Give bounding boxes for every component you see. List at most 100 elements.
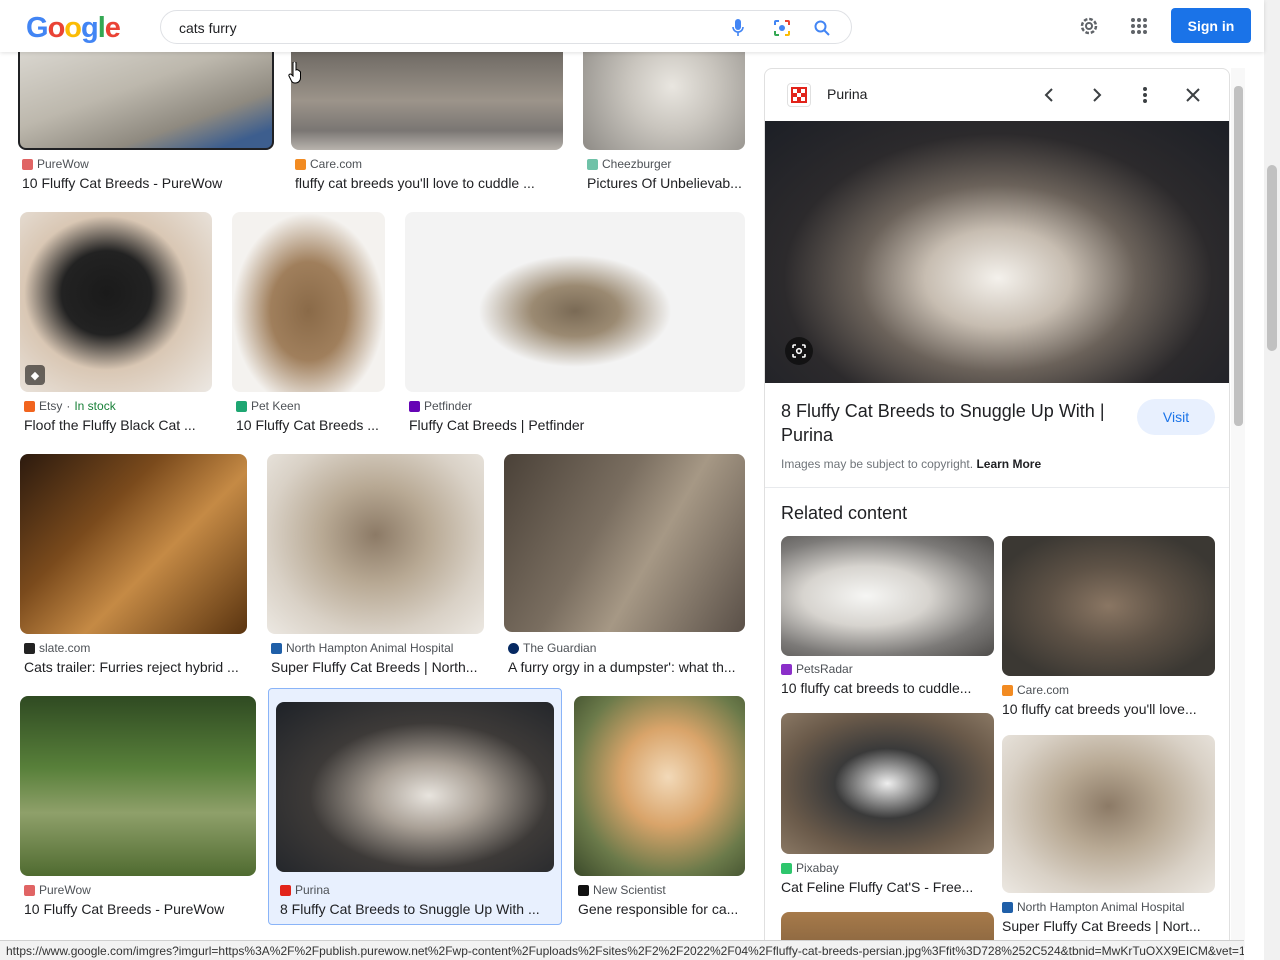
result-source: Purina <box>295 883 330 897</box>
result-title[interactable]: Floof the Fluffy Black Cat ... <box>24 417 204 433</box>
result-thumbnail[interactable] <box>267 454 484 634</box>
related-result[interactable]: Care.com 10 fluffy cat breeds you'll lov… <box>1002 536 1215 726</box>
result-title[interactable]: Gene responsible for ca... <box>578 901 744 917</box>
tag-icon: ◆ <box>25 365 45 385</box>
result-thumbnail[interactable] <box>276 702 554 872</box>
result-title[interactable]: Super Fluffy Cat Breeds | North... <box>271 659 483 675</box>
status-url-bar: https://www.google.com/imgres?imgurl=htt… <box>0 940 1244 960</box>
result-title[interactable]: 10 Fluffy Cat Breeds - PureWow <box>22 175 262 191</box>
result-thumbnail[interactable] <box>20 454 247 634</box>
result-thumbnail[interactable] <box>291 52 563 150</box>
chevron-left-icon[interactable] <box>1037 83 1061 107</box>
result-thumbnail[interactable] <box>504 454 745 632</box>
result-thumbnail[interactable] <box>405 212 745 392</box>
related-result[interactable]: North Hampton Animal Hospital Super Fluf… <box>1002 735 1215 941</box>
related-result[interactable]: PetsRadar 10 fluffy cat breeds to cuddle… <box>781 536 994 701</box>
voice-search-icon[interactable] <box>727 17 749 39</box>
lens-search-icon[interactable] <box>785 337 813 365</box>
related-thumbnail[interactable] <box>781 713 994 854</box>
result-source: slate.com <box>39 641 91 655</box>
copyright-text: Images may be subject to copyright. <box>781 457 974 471</box>
hospital-favicon-icon <box>1002 901 1013 913</box>
result-thumbnail[interactable] <box>574 696 745 876</box>
separator-dot: · <box>66 399 71 413</box>
result-source: Cheezburger <box>602 157 672 171</box>
result-title[interactable]: 10 Fluffy Cat Breeds - PureWow <box>24 901 256 917</box>
image-result[interactable]: North Hampton Animal Hospital Super Fluf… <box>267 454 484 680</box>
image-result[interactable]: New Scientist Gene responsible for ca... <box>574 696 745 922</box>
result-source: PetsRadar <box>796 662 853 676</box>
result-title[interactable]: A furry orgy in a dumpster': what th... <box>508 659 744 675</box>
result-source: Petfinder <box>424 399 473 413</box>
result-title[interactable]: Cat Feline Fluffy Cat'S - Free... <box>781 879 991 895</box>
image-result[interactable]: Care.com fluffy cat breeds you'll love t… <box>291 52 563 198</box>
petkeen-favicon-icon <box>236 400 247 412</box>
result-title[interactable]: Super Fluffy Cat Breeds | Nort... <box>1002 918 1212 934</box>
close-icon[interactable] <box>1181 83 1205 107</box>
learn-more-link[interactable]: Learn More <box>976 457 1041 471</box>
result-thumbnail[interactable]: ◆ <box>20 212 212 392</box>
guardian-favicon-icon <box>508 642 519 654</box>
result-source: The Guardian <box>523 641 597 655</box>
related-result[interactable]: Pixabay Cat Feline Fluffy Cat'S - Free..… <box>781 713 994 903</box>
panel-scrollbar-thumb[interactable] <box>1234 86 1243 426</box>
preview-title[interactable]: 8 Fluffy Cat Breeds to Snuggle Up With |… <box>781 399 1121 447</box>
page-scrollbar-thumb[interactable] <box>1267 165 1277 351</box>
petfinder-favicon-icon <box>409 400 420 412</box>
related-content-heading: Related content <box>781 503 908 523</box>
care-favicon-icon <box>295 158 306 170</box>
chevron-right-icon[interactable] <box>1085 83 1109 107</box>
sign-in-button[interactable]: Sign in <box>1171 8 1251 43</box>
result-source: Pixabay <box>796 861 839 875</box>
preview-source-name[interactable]: Purina <box>827 86 867 102</box>
result-source: Etsy <box>39 399 63 413</box>
result-title[interactable]: 8 Fluffy Cat Breeds to Snuggle Up With .… <box>280 901 550 917</box>
lens-icon[interactable] <box>771 17 793 39</box>
related-thumbnail[interactable] <box>781 536 994 656</box>
result-thumbnail[interactable] <box>232 212 385 392</box>
divider <box>765 487 1229 488</box>
hospital-favicon-icon <box>271 642 282 654</box>
related-thumbnail[interactable] <box>1002 536 1215 676</box>
image-result-selected[interactable]: Purina 8 Fluffy Cat Breeds to Snuggle Up… <box>276 702 554 922</box>
result-source: PureWow <box>37 157 89 171</box>
image-result[interactable]: PureWow 10 Fluffy Cat Breeds - PureWow <box>18 50 274 198</box>
copyright-notice: Images may be subject to copyright. Lear… <box>781 457 1041 471</box>
result-title[interactable]: Pictures Of Unbelievab... <box>587 175 745 191</box>
purewow-favicon-icon <box>24 884 35 896</box>
result-title[interactable]: 10 fluffy cat breeds you'll love... <box>1002 701 1212 717</box>
search-icon[interactable] <box>811 17 833 39</box>
preview-image[interactable] <box>765 121 1229 383</box>
stock-status: In stock <box>74 399 116 413</box>
result-thumbnail[interactable] <box>18 50 274 150</box>
image-result[interactable]: slate.com Cats trailer: Furries reject h… <box>20 454 247 680</box>
etsy-favicon-icon <box>24 400 35 412</box>
result-source: Care.com <box>1017 683 1070 697</box>
image-result[interactable]: The Guardian A furry orgy in a dumpster'… <box>504 454 745 680</box>
result-thumbnail[interactable] <box>583 52 745 150</box>
preview-header: Purina <box>765 69 1229 121</box>
search-input[interactable] <box>179 18 699 38</box>
image-result[interactable]: Cheezburger Pictures Of Unbelievab... <box>583 52 745 198</box>
result-thumbnail[interactable] <box>20 696 256 876</box>
result-title[interactable]: Fluffy Cat Breeds | Petfinder <box>409 417 739 433</box>
purewow-favicon-icon <box>22 158 33 170</box>
result-source: Pet Keen <box>251 399 301 413</box>
result-title[interactable]: Cats trailer: Furries reject hybrid ... <box>24 659 246 675</box>
apps-grid-icon[interactable] <box>1127 14 1151 38</box>
result-title[interactable]: 10 Fluffy Cat Breeds ... <box>236 417 382 433</box>
google-logo[interactable]: Google <box>26 12 121 45</box>
image-result[interactable]: Pet Keen 10 Fluffy Cat Breeds ... <box>232 212 385 438</box>
related-thumbnail[interactable] <box>1002 735 1215 893</box>
result-title[interactable]: 10 fluffy cat breeds to cuddle... <box>781 680 991 696</box>
page-scrollbar[interactable] <box>1264 0 1280 960</box>
settings-gear-icon[interactable] <box>1077 14 1101 38</box>
image-result[interactable]: Petfinder Fluffy Cat Breeds | Petfinder <box>405 212 745 438</box>
image-result[interactable]: PureWow 10 Fluffy Cat Breeds - PureWow <box>20 696 256 922</box>
result-source: North Hampton Animal Hospital <box>1017 900 1185 914</box>
visit-button[interactable]: Visit <box>1137 399 1215 435</box>
result-title[interactable]: fluffy cat breeds you'll love to cuddle … <box>295 175 551 191</box>
more-options-icon[interactable] <box>1133 83 1157 107</box>
image-result[interactable]: ◆ Etsy · In stock Floof the Fluffy Black C… <box>20 212 212 438</box>
result-source: New Scientist <box>593 883 666 897</box>
